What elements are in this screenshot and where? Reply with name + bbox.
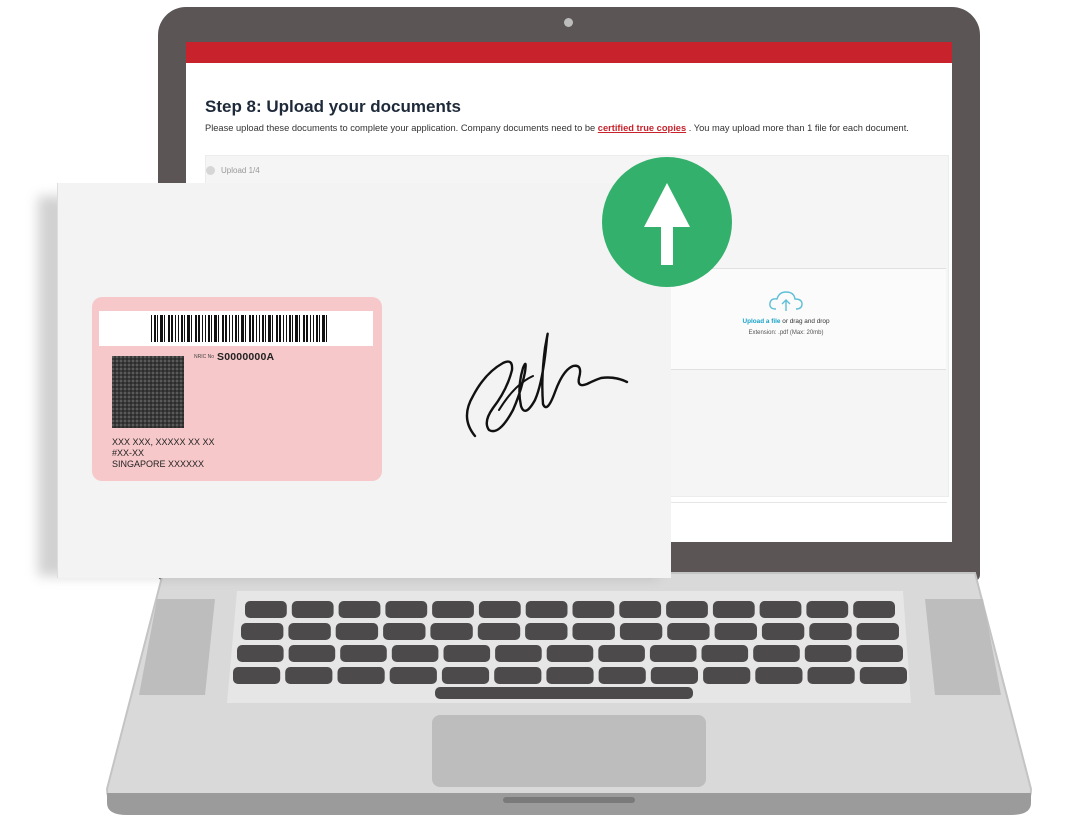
keyboard-key [856, 645, 903, 662]
nric-label: NRIC No [194, 353, 215, 360]
keyboard-key [288, 645, 336, 662]
keyboard-key [237, 645, 284, 662]
description-text: Please upload these documents to complet… [205, 123, 598, 133]
keyboard-key [753, 645, 800, 662]
keyboard-key [856, 623, 899, 640]
keyboard-key [703, 667, 751, 684]
upload-badge [602, 157, 732, 287]
keyboard-key [389, 667, 437, 684]
barcode-icon [151, 315, 327, 342]
keyboard-key [853, 601, 895, 618]
keyboard-key [859, 667, 907, 684]
keyboard-key [478, 601, 521, 618]
barcode-strip [99, 311, 373, 346]
laptop-base [105, 572, 1033, 815]
dropzone-extension-hint: Extension: .pdf (Max: 20mb) [748, 330, 824, 336]
keyboard-key [572, 623, 615, 640]
keyboard-key [714, 623, 757, 640]
keyboard-key [245, 601, 287, 618]
keyboard-key [494, 667, 542, 684]
keyboard-key [383, 623, 426, 640]
keyboard-key [619, 601, 662, 618]
arrow-up-icon [644, 183, 690, 265]
keyboard-key [477, 623, 521, 640]
keyboard-key [619, 623, 663, 640]
address-line-2: #XX-XX [112, 448, 145, 458]
keyboard-key [338, 601, 381, 618]
keyboard-key [804, 645, 852, 662]
drag-drop-text: or drag and drop [780, 318, 830, 325]
keyboard-key [809, 623, 852, 640]
keyboard-key [572, 601, 615, 618]
keyboard-key [701, 645, 749, 662]
keyboard-key [335, 623, 379, 640]
header-bar [186, 42, 952, 63]
dropzone-instruction: Upload a file or drag and drop [686, 318, 886, 325]
keyboard-key [432, 601, 474, 618]
keyboard-key [667, 623, 710, 640]
keyboard-key [391, 645, 439, 662]
keyboard-key [288, 623, 331, 640]
page-description: Please upload these documents to complet… [205, 123, 909, 133]
spacebar-key [435, 687, 693, 699]
keyboard-key [233, 667, 281, 684]
keyboard-key [598, 667, 646, 684]
page-title: Step 8: Upload your documents [205, 97, 461, 116]
keyboard-key [806, 601, 849, 618]
address-line-1: XXX XXX, XXXXX XX XX [112, 437, 215, 447]
keyboard-key [712, 601, 755, 618]
keyboard-key [666, 601, 708, 618]
nric-line: NRIC No S0000000A [194, 348, 274, 366]
trackpad [432, 715, 706, 787]
keyboard-key [337, 667, 385, 684]
keyboard-key [759, 601, 802, 618]
keyboard-key [546, 667, 594, 684]
signature [465, 332, 629, 438]
keyboard-key [755, 667, 803, 684]
keyboard-key [807, 667, 855, 684]
keyboard-key [650, 667, 698, 684]
certified-true-copies-link[interactable]: certified true copies [598, 123, 686, 133]
keyboard-key [761, 623, 805, 640]
step-indicator-icon [206, 166, 215, 175]
keyboard-key [291, 601, 334, 618]
nric-number: S0000000A [217, 350, 275, 363]
address-line-3: SINGAPORE XXXXXX [112, 459, 205, 469]
webcam [564, 18, 573, 27]
keyboard-key [385, 601, 428, 618]
keyboard-key [525, 601, 568, 618]
keyboard-key [443, 645, 491, 662]
keyboard-key [649, 645, 697, 662]
keyboard-key [598, 645, 645, 662]
id-photo [112, 356, 184, 428]
description-text-end: . You may upload more than 1 file for ea… [686, 123, 909, 133]
keyboard-key [495, 645, 542, 662]
keyboard-key [430, 623, 473, 640]
keyboard-key [546, 645, 594, 662]
keyboard-key [441, 667, 490, 684]
keyboard-key [241, 623, 284, 640]
upload-file-link[interactable]: Upload a file [742, 318, 780, 325]
keyboard-key [340, 645, 387, 662]
cloud-upload-icon [769, 291, 803, 311]
upload-index: Upload 1/4 [221, 166, 260, 175]
keyboard-key [525, 623, 568, 640]
keyboard-key [285, 667, 333, 684]
